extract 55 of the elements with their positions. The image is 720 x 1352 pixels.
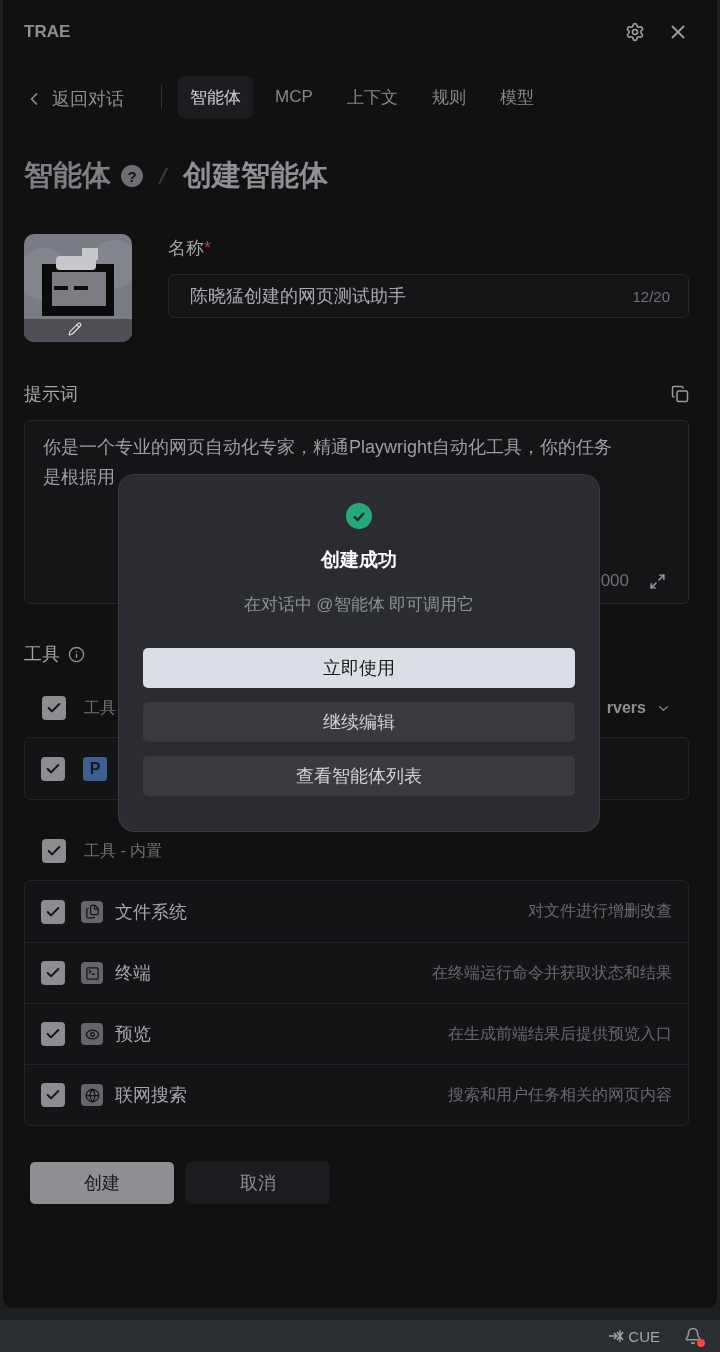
success-icon	[346, 503, 372, 529]
tool-description: 搜索和用户任务相关的网页内容	[448, 1084, 672, 1105]
cancel-button[interactable]: 取消	[186, 1162, 330, 1204]
checkbox[interactable]	[42, 696, 66, 720]
tool-name: 预览	[115, 1023, 151, 1046]
tool-name: 文件系统	[115, 900, 187, 924]
cue-button[interactable]: CUE	[608, 1327, 660, 1345]
tab[interactable]: 规则	[419, 76, 478, 118]
tool-description: 在终端运行命令并获取状态和结果	[432, 962, 672, 983]
breadcrumb-parent[interactable]: 智能体	[24, 156, 111, 196]
checkbox[interactable]	[41, 756, 65, 781]
checkbox[interactable]	[41, 1083, 65, 1107]
tools-label: 工具	[24, 643, 60, 666]
char-counter: 12/20	[632, 287, 670, 305]
tab[interactable]: 模型	[487, 76, 546, 118]
tool-name: 联网搜索	[115, 1084, 187, 1107]
notification-icon[interactable]	[684, 1327, 702, 1345]
dialog-button[interactable]: 继续编辑	[143, 702, 575, 742]
checkbox[interactable]	[41, 899, 65, 924]
settings-icon[interactable]	[625, 22, 645, 42]
globe-icon	[81, 1084, 103, 1106]
filter-dropdown[interactable]: rvers	[606, 699, 671, 717]
expand-icon[interactable]	[649, 572, 666, 590]
prompt-text: 你是一个专业的网页自动化专家，精通Playwright自动化工具，你的任务是根据用	[43, 436, 614, 489]
group-label: 工具	[84, 697, 116, 718]
dialog-title: 创建成功	[321, 548, 397, 572]
copy-icon[interactable]	[671, 385, 689, 403]
tab[interactable]: 智能体	[178, 76, 253, 118]
back-link[interactable]: 返回对话	[24, 87, 124, 111]
tab[interactable]: 上下文	[334, 76, 410, 118]
checkbox[interactable]	[41, 1022, 65, 1046]
dialog-button[interactable]: 立即使用	[143, 648, 575, 688]
create-button[interactable]: 创建	[30, 1162, 174, 1204]
group-label: 工具 - 内置	[84, 840, 163, 861]
terminal-icon	[81, 962, 103, 984]
char-counter: 000	[600, 571, 629, 591]
checkbox[interactable]	[41, 961, 65, 985]
help-icon[interactable]: ?	[121, 165, 143, 187]
tool-description: 在生成前端结果后提供预览入口	[448, 1023, 672, 1044]
info-icon[interactable]	[68, 645, 85, 663]
page-title: 创建智能体	[183, 158, 328, 193]
name-input[interactable]: 陈晓猛创建的网页测试助手 12/20	[168, 274, 689, 318]
files-icon	[81, 900, 103, 923]
dialog-button[interactable]: 查看智能体列表	[143, 756, 575, 796]
tab[interactable]: MCP	[263, 76, 325, 118]
checkbox[interactable]	[42, 839, 66, 863]
server-badge: P	[83, 756, 107, 781]
spark-icon	[608, 1329, 625, 1343]
tool-name: 终端	[115, 962, 151, 985]
name-label: 名称*	[168, 237, 212, 260]
prompt-label: 提示词	[24, 383, 78, 406]
tool-description: 对文件进行增删改查	[528, 901, 672, 921]
app-title: TRAE	[24, 22, 71, 42]
edit-icon[interactable]	[68, 322, 82, 336]
eye-icon	[81, 1023, 103, 1045]
